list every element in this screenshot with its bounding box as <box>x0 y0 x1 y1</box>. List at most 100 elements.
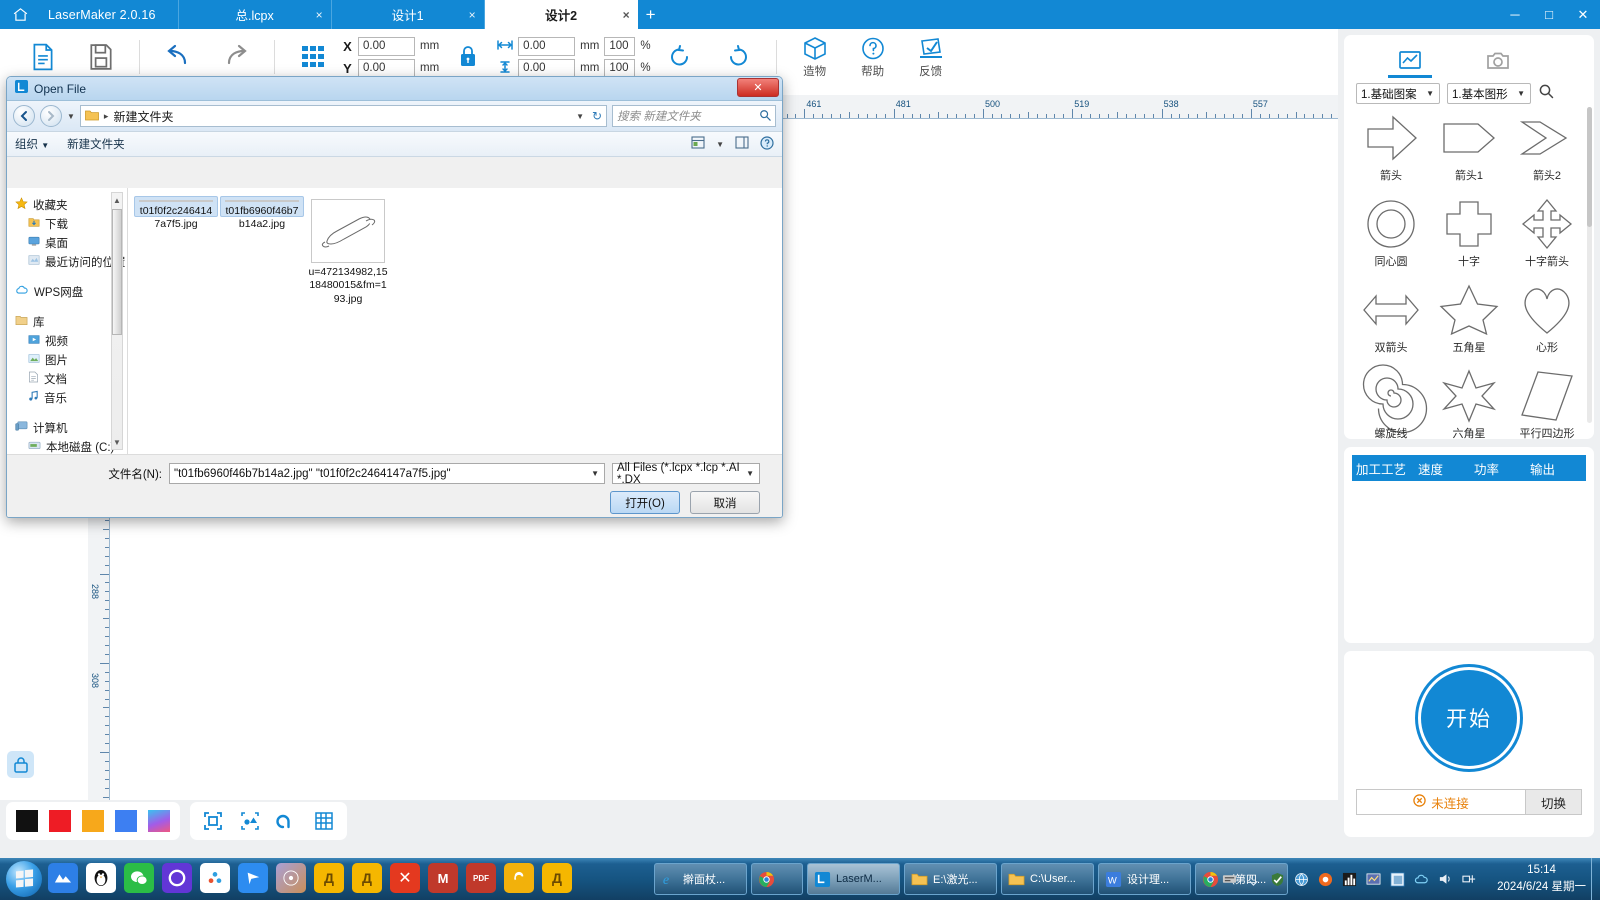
shape-arrow1[interactable]: 箭头1 <box>1430 110 1508 196</box>
shield-tray-icon[interactable] <box>1269 871 1286 888</box>
task-button-1[interactable] <box>751 863 803 895</box>
camera-tab[interactable] <box>1454 43 1542 79</box>
pdf-m-icon[interactable]: M <box>428 863 458 893</box>
task-button-3[interactable]: E:\激光... <box>904 863 997 895</box>
width-input[interactable]: 0.00 <box>518 37 575 56</box>
x-input[interactable]: 0.00 <box>358 37 415 56</box>
view-layout-icon[interactable] <box>691 136 705 152</box>
pdf-tool-64-icon[interactable]: Д <box>314 863 344 893</box>
cloud-share-icon[interactable] <box>200 863 230 893</box>
sidebar-scrollbar[interactable]: ▲ ▼ <box>111 192 123 450</box>
shape-cross[interactable]: 十字 <box>1430 196 1508 282</box>
minimize-button[interactable]: ─ <box>1498 0 1532 29</box>
grid-icon[interactable] <box>311 808 337 834</box>
scroll-up-arrow[interactable]: ▲ <box>112 193 122 207</box>
view-caret-icon[interactable]: ▼ <box>716 140 724 149</box>
scroll-thumb[interactable] <box>112 209 122 335</box>
switch-button[interactable]: 切换 <box>1526 789 1582 815</box>
shape-spiral[interactable]: 螺旋线 <box>1352 368 1430 439</box>
filename-input[interactable]: "t01fb6960f46b7b14a2.jpg" "t01f0f2c24641… <box>169 463 605 484</box>
wechat-icon[interactable] <box>124 863 154 893</box>
select-object-icon[interactable] <box>237 808 263 834</box>
frame-icon[interactable] <box>200 808 226 834</box>
show-hidden-icon[interactable]: в <box>1245 871 1262 888</box>
back-button[interactable] <box>13 105 35 127</box>
monitor-tray-icon[interactable] <box>1365 871 1382 888</box>
python-icon[interactable] <box>504 863 534 893</box>
swatch-black[interactable] <box>16 810 38 832</box>
organize-menu[interactable]: 组织 ▼ <box>15 136 49 152</box>
start-button[interactable]: 开始 <box>1418 667 1520 769</box>
chevron-down-icon[interactable]: ▼ <box>576 112 584 121</box>
help-icon[interactable]: 帮助 <box>844 31 902 83</box>
cloud-tray-icon[interactable] <box>1413 871 1430 888</box>
start-button[interactable] <box>6 861 42 897</box>
scroll-down-arrow[interactable]: ▼ <box>112 435 122 449</box>
search-input[interactable]: 搜索 新建文件夹 <box>612 105 776 127</box>
shape-cross-arrow[interactable]: 十字箭头 <box>1508 196 1586 282</box>
width-scale-input[interactable]: 100 <box>604 37 635 56</box>
swatch-gradient[interactable] <box>148 810 170 832</box>
add-tab-button[interactable]: + <box>638 0 664 29</box>
filetype-select[interactable]: All Files (*.lcpx *.lcp *.AI *.DX ▼ <box>612 463 760 484</box>
connection-status[interactable]: 未连接 <box>1356 789 1526 815</box>
recent-locations-caret[interactable]: ▼ <box>67 112 75 121</box>
shape-parallelogram[interactable]: 平行四边形 <box>1508 368 1586 439</box>
shape-subcategory-select[interactable]: 1.基本图形 ▼ <box>1447 83 1531 104</box>
new-folder-button[interactable]: 新建文件夹 <box>67 136 125 152</box>
tab-close-icon[interactable]: × <box>469 9 476 21</box>
tab-close-icon[interactable]: × <box>316 9 323 21</box>
swatch-red[interactable] <box>49 810 71 832</box>
canvas-lock-icon[interactable] <box>7 751 34 778</box>
qq-penguin-icon[interactable] <box>86 863 116 893</box>
task-button-5[interactable]: W 设计理... <box>1098 863 1191 895</box>
network-tray-icon[interactable] <box>1293 871 1310 888</box>
tab-1[interactable]: 设计1 × <box>332 0 485 29</box>
tab-2[interactable]: 设计2 × <box>485 0 638 29</box>
pdf-edit-icon[interactable]: PDF <box>466 863 496 893</box>
network-status-icon[interactable] <box>1461 871 1478 888</box>
show-desktop-button[interactable] <box>1591 858 1600 900</box>
preview-pane-icon[interactable] <box>735 136 749 152</box>
maximize-button[interactable]: □ <box>1532 0 1566 29</box>
tab-close-icon[interactable]: × <box>623 9 630 21</box>
shape-arrow[interactable]: 箭头 <box>1352 110 1430 196</box>
cancel-button[interactable]: 取消 <box>690 491 760 514</box>
picture-tray-icon[interactable] <box>1389 871 1406 888</box>
file-item-2[interactable]: u=472134982,1518480015&fm=193.jpg <box>306 196 390 310</box>
help-icon[interactable] <box>760 136 774 153</box>
security-tray-icon[interactable] <box>1317 871 1334 888</box>
chevron-down-icon[interactable]: ▼ <box>746 469 754 478</box>
shape-double-arrow[interactable]: 双箭头 <box>1352 282 1430 368</box>
mountain-blue-icon[interactable] <box>48 863 78 893</box>
shape-arrow2[interactable]: 箭头2 <box>1508 110 1586 196</box>
shape-star5[interactable]: 五角星 <box>1430 282 1508 368</box>
volume-tray-icon[interactable] <box>1437 871 1454 888</box>
task-button-4[interactable]: C:\User... <box>1001 863 1094 895</box>
browser-o-icon[interactable] <box>162 863 192 893</box>
purple-p-icon[interactable]: Д <box>542 863 572 893</box>
height-input[interactable]: 0.00 <box>518 59 575 78</box>
tab-0[interactable]: 总.lcpx × <box>179 0 332 29</box>
alarm-tray-icon[interactable] <box>1341 871 1358 888</box>
y-input[interactable]: 0.00 <box>358 59 415 78</box>
open-button[interactable]: 打开(O) <box>610 491 680 514</box>
swatch-blue[interactable] <box>115 810 137 832</box>
shape-heart[interactable]: 心形 <box>1508 282 1586 368</box>
x-red-icon[interactable]: ✕ <box>390 863 420 893</box>
shape-category-select[interactable]: 1.基础图案 ▼ <box>1356 83 1440 104</box>
build-icon[interactable]: 造物 <box>786 31 844 83</box>
close-button[interactable]: ✕ <box>1566 0 1600 29</box>
dialog-close-button[interactable]: ✕ <box>737 78 779 97</box>
file-list[interactable]: t01f0f2c2464147a7f5.jpg <box>127 188 782 454</box>
shape-concentric-circle[interactable]: 同心圆 <box>1352 196 1430 282</box>
task-button-2[interactable]: LaserM... <box>807 863 900 895</box>
shape-star6[interactable]: 六角星 <box>1430 368 1508 439</box>
magnet-icon[interactable] <box>274 808 300 834</box>
chevron-down-icon[interactable]: ▼ <box>591 469 599 478</box>
paper-plane-icon[interactable] <box>238 863 268 893</box>
swatch-orange[interactable] <box>82 810 104 832</box>
shape-library-tab[interactable] <box>1366 43 1454 79</box>
address-bar[interactable]: ▸ 新建文件夹 ▼ ↻ <box>80 105 607 127</box>
shape-search-icon[interactable] <box>1538 83 1554 104</box>
